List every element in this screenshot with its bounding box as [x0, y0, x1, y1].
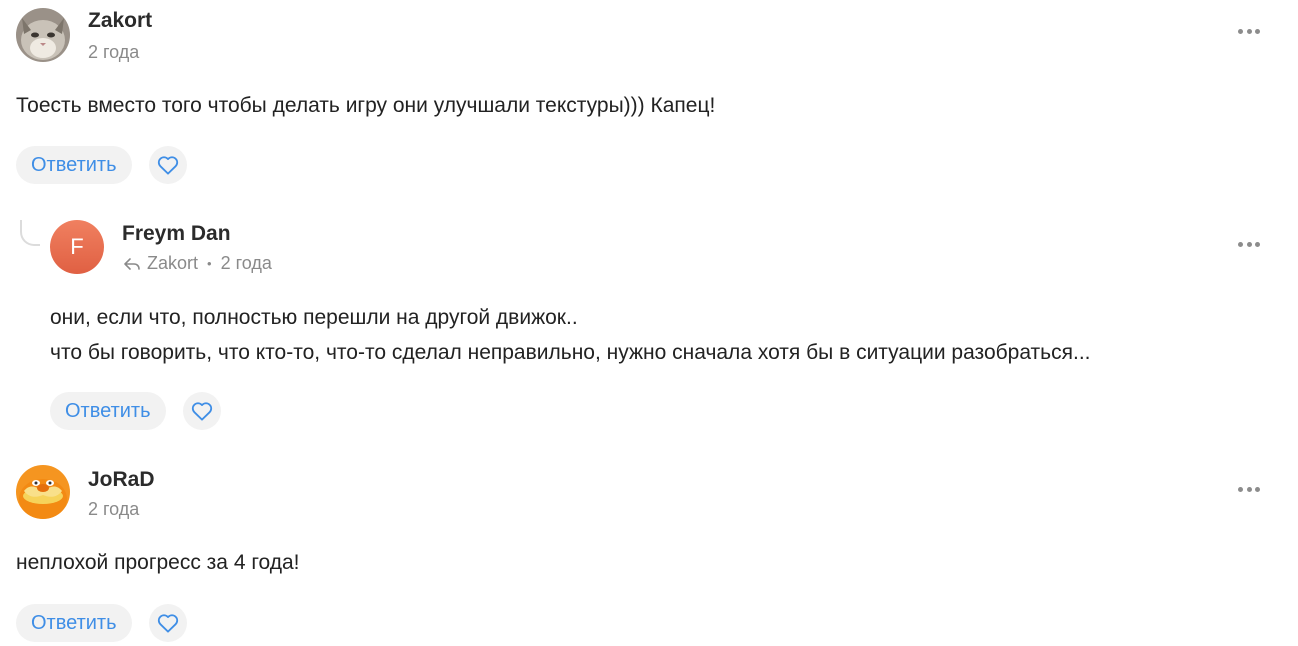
- reply-arrow-icon: [124, 257, 140, 270]
- heart-icon: [157, 156, 179, 175]
- user-avatar[interactable]: F: [50, 220, 104, 274]
- comment-text: Тоесть вместо того чтобы делать игру они…: [16, 88, 715, 123]
- comment-meta: Zakort • 2 года: [123, 253, 272, 274]
- dot-icon: [1246, 241, 1252, 247]
- dot-icon: [1246, 486, 1252, 492]
- more-options-button[interactable]: [1238, 485, 1260, 493]
- like-button[interactable]: [149, 604, 187, 642]
- meta-separator: •: [207, 256, 212, 271]
- author-name[interactable]: JoRaD: [88, 468, 155, 492]
- comment-time: 2 года: [88, 499, 139, 520]
- comment-time: 2 года: [88, 42, 139, 63]
- more-options-button[interactable]: [1238, 27, 1260, 35]
- time-label: 2 года: [220, 253, 272, 273]
- author-name[interactable]: Freym Dan: [122, 222, 231, 246]
- reply-button[interactable]: Ответить: [16, 604, 132, 642]
- comment-text: неплохой прогресс за 4 года!: [16, 545, 300, 580]
- more-options-button[interactable]: [1238, 240, 1260, 248]
- cat-avatar-icon: [16, 8, 70, 62]
- reply-to-user[interactable]: Zakort: [147, 253, 198, 274]
- dot-icon: [1238, 28, 1243, 34]
- comment-text: они, если что, полностью перешли на друг…: [50, 300, 1090, 370]
- dot-icon: [1255, 486, 1260, 492]
- comment-text-line: неплохой прогресс за 4 года!: [16, 551, 300, 574]
- comment-freym-dan: F Freym Dan Zakort • 2 года они, если чт…: [0, 220, 1298, 440]
- reply-button[interactable]: Ответить: [16, 146, 132, 184]
- like-button[interactable]: [149, 146, 187, 184]
- dot-icon: [1255, 28, 1260, 34]
- dot-icon: [1255, 241, 1260, 247]
- thread-connector: [20, 220, 40, 246]
- dot-icon: [1238, 486, 1243, 492]
- lorax-avatar-icon: [16, 465, 70, 519]
- dot-icon: [1238, 241, 1243, 247]
- user-avatar[interactable]: [16, 465, 70, 519]
- dot-icon: [1246, 28, 1252, 34]
- comment-text-line: они, если что, полностью перешли на друг…: [50, 306, 578, 329]
- like-button[interactable]: [183, 392, 221, 430]
- comment-text-line: Тоесть вместо того чтобы делать игру они…: [16, 94, 716, 117]
- comment-jorad: JoRaD 2 года неплохой прогресс за 4 года…: [0, 460, 1298, 646]
- author-name[interactable]: Zakort: [88, 9, 152, 33]
- comment-text-line: что бы говорить, что кто-то, что-то сдел…: [50, 341, 1091, 364]
- comment-zakort: Zakort 2 года Тоесть вместо того чтобы д…: [0, 0, 1298, 200]
- time-label: 2 года: [88, 42, 140, 62]
- user-avatar[interactable]: [16, 8, 70, 62]
- heart-icon: [191, 402, 213, 421]
- avatar-letter: F: [70, 234, 84, 259]
- reply-button[interactable]: Ответить: [50, 392, 166, 430]
- time-label: 2 года: [88, 499, 140, 519]
- heart-icon: [157, 614, 179, 633]
